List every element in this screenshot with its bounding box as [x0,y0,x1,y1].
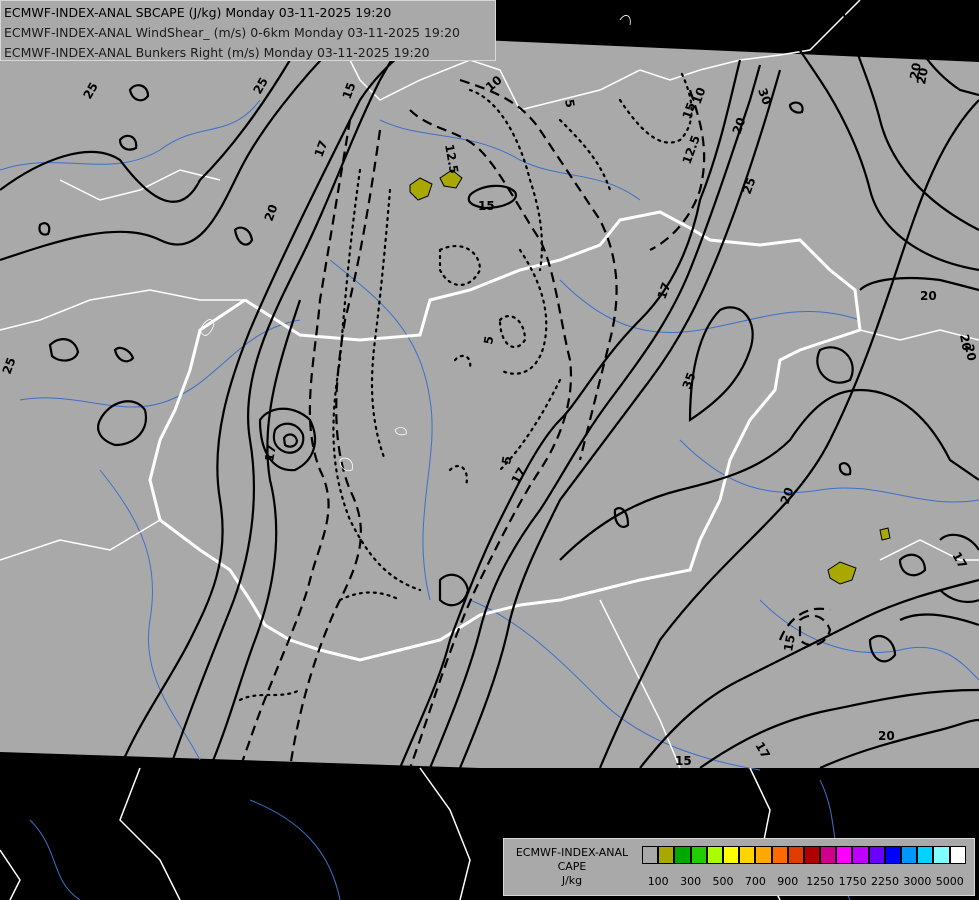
map-title-box: ECMWF-INDEX-ANAL SBCAPE (J/kg) Monday 03… [0,0,496,61]
legend-tick: 500 [712,875,734,888]
contour-label: 20 [914,67,931,86]
legend-swatch [933,846,950,864]
contour-label: 17 [262,444,279,463]
legend-swatch [658,846,675,864]
legend-unit: J/kg [561,874,583,887]
legend-variable: CAPE [557,860,587,873]
legend-tick: 100 [647,875,669,888]
legend-swatch [739,846,756,864]
legend-swatch [787,846,804,864]
legend-tick: 700 [744,875,766,888]
legend-swatch [722,846,740,864]
contour-label: 15 [675,754,692,768]
legend-swatch [803,846,821,864]
legend-swatch [642,846,659,864]
legend-swatch [949,846,966,864]
model-domain [0,40,979,768]
title-line-cape: ECMWF-INDEX-ANAL SBCAPE (J/kg) Monday 03… [4,5,392,20]
legend-tick: 3000 [903,875,932,888]
legend-swatch [852,846,869,864]
legend-swatch [706,846,723,864]
legend-tick: 1250 [806,875,835,888]
legend-tick: 1750 [838,875,867,888]
weather-map: 25 25 15 17 20 17 10 12.5 15 5 5 10 12.5… [0,0,979,900]
legend-swatch [868,846,885,864]
title-line-windshear: ECMWF-INDEX-ANAL WindShear_ (m/s) 0-6km … [4,25,460,40]
contour-label: 20 [878,729,895,743]
contour-label: 15 [781,634,798,653]
contour-label: 20 [920,289,937,303]
legend-source: ECMWF-INDEX-ANAL [515,846,629,859]
cape-legend: ECMWF-INDEX-ANAL CAPE J/kg 100 300 500 700 9… [503,838,975,896]
legend-color-scale [642,846,966,864]
title-line-bunkers: ECMWF-INDEX-ANAL Bunkers Right (m/s) Mon… [4,45,430,60]
legend-swatch [690,846,707,864]
legend-tick: 900 [777,875,799,888]
legend-tick-labels: 100 300 500 700 900 1250 1750 2250 3000 5000 [642,875,972,889]
legend-swatch [917,846,934,864]
legend-swatch [836,846,853,864]
contour-label: 20 [962,343,979,362]
contour-label: 15 [478,199,495,213]
legend-swatch [755,846,772,864]
legend-swatch [820,846,837,864]
legend-title: ECMWF-INDEX-ANAL CAPE J/kg [506,846,638,888]
legend-tick: 5000 [935,875,964,888]
legend-tick: 300 [680,875,702,888]
legend-swatch [674,846,691,864]
legend-swatch [901,846,918,864]
legend-swatch [771,846,788,864]
legend-tick: 2250 [871,875,899,888]
legend-swatch [884,846,901,864]
